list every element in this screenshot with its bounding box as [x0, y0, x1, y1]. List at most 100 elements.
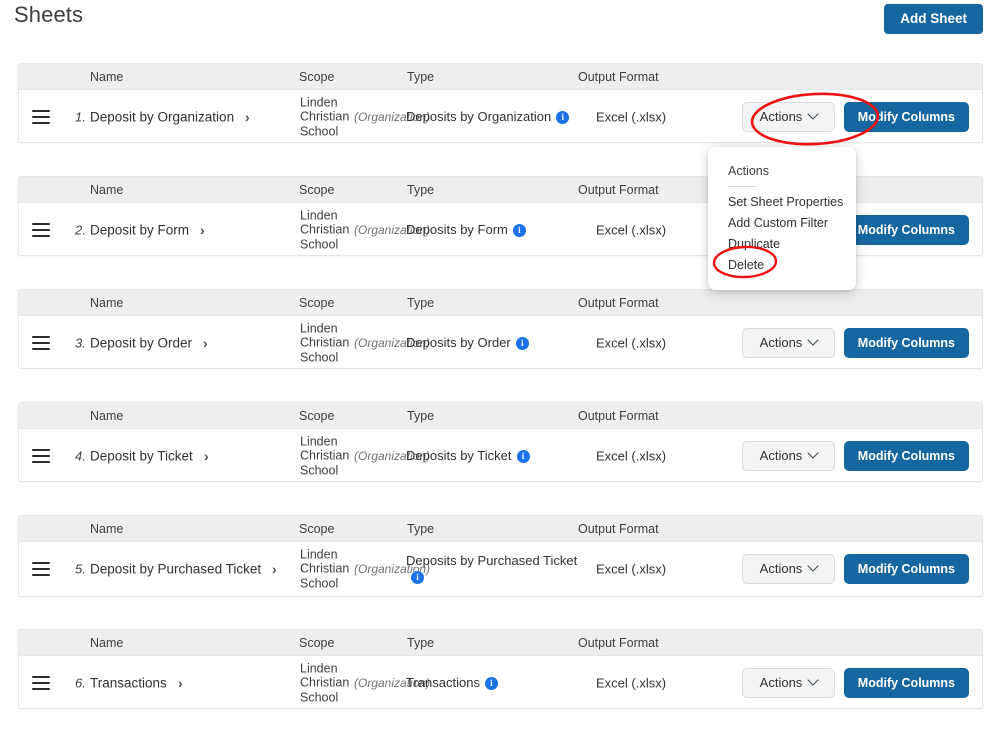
type-value: Transactions	[406, 675, 480, 690]
row-index: 3.	[75, 335, 86, 350]
chevron-down-icon	[808, 108, 819, 119]
type-value: Deposits by Order	[406, 335, 511, 350]
menu-item-duplicate[interactable]: Duplicate	[708, 234, 856, 255]
column-header-name: Name	[90, 636, 123, 650]
column-header-name: Name	[90, 183, 123, 197]
drag-handle-icon[interactable]	[32, 562, 50, 576]
modify-columns-button[interactable]: Modify Columns	[844, 215, 969, 245]
menu-item-add-custom-filter[interactable]: Add Custom Filter	[708, 213, 856, 234]
output-format-value: Excel (.xlsx)	[596, 675, 666, 690]
drag-handle-icon[interactable]	[32, 449, 50, 463]
column-header-scope: Scope	[299, 296, 334, 310]
sheet-name: Deposit by Organization	[90, 109, 234, 124]
info-icon[interactable]: i	[513, 224, 526, 237]
type-cell: Deposits by Order i	[406, 335, 576, 351]
actions-button-label: Actions	[760, 448, 803, 463]
drag-handle-icon[interactable]	[32, 676, 50, 690]
sheet-name: Deposit by Ticket	[90, 448, 193, 463]
column-header-output-format: Output Format	[578, 70, 659, 84]
actions-button[interactable]: Actions	[742, 328, 835, 358]
page-header: Sheets Add Sheet	[0, 0, 999, 55]
sheet-row: 4.Deposit by Ticket›Linden Christian Sch…	[19, 429, 982, 482]
actions-button[interactable]: Actions	[742, 554, 835, 584]
modify-columns-button[interactable]: Modify Columns	[844, 554, 969, 584]
menu-item-set-sheet-properties[interactable]: Set Sheet Properties	[708, 192, 856, 213]
sheets-page: Sheets Add Sheet NameScopeTypeOutput For…	[0, 0, 999, 746]
type-cell: Deposits by Ticket i	[406, 448, 576, 464]
actions-dropdown-menu[interactable]: Actions Set Sheet Properties Add Custom …	[708, 147, 856, 290]
column-header-scope: Scope	[299, 183, 334, 197]
expand-chevron-icon[interactable]: ›	[178, 675, 183, 691]
row-index: 2.	[75, 222, 86, 237]
column-header-output-format: Output Format	[578, 636, 659, 650]
column-header-output-format: Output Format	[578, 296, 659, 310]
column-header-type: Type	[407, 636, 434, 650]
menu-divider	[728, 186, 756, 187]
column-header-name: Name	[90, 409, 123, 423]
scope-value: Linden Christian School	[300, 208, 346, 252]
actions-button-label: Actions	[760, 675, 803, 690]
column-header-row: NameScopeTypeOutput Format	[19, 516, 982, 542]
column-header-type: Type	[407, 296, 434, 310]
expand-chevron-icon[interactable]: ›	[203, 335, 208, 351]
chevron-down-icon	[808, 334, 819, 345]
scope-value: Linden Christian School	[300, 661, 346, 705]
column-header-row: NameScopeTypeOutput Format	[19, 64, 982, 90]
chevron-down-icon	[808, 674, 819, 685]
info-icon[interactable]: i	[411, 571, 424, 584]
column-header-row: NameScopeTypeOutput Format	[19, 403, 982, 429]
scope-value: Linden Christian School	[300, 321, 346, 365]
column-header-name: Name	[90, 70, 123, 84]
actions-button[interactable]: Actions	[742, 668, 835, 698]
output-format-value: Excel (.xlsx)	[596, 335, 666, 350]
add-sheet-button[interactable]: Add Sheet	[884, 4, 983, 34]
actions-button-label: Actions	[760, 561, 803, 576]
info-icon[interactable]: i	[485, 677, 498, 690]
drag-handle-icon[interactable]	[32, 110, 50, 124]
sheet-name: Deposit by Order	[90, 335, 192, 350]
sheet-name: Transactions	[90, 675, 167, 690]
sheet-row: 3. Deposit by Order › Linden Christian Scho…	[19, 316, 982, 369]
modify-columns-button[interactable]: Modify Columns	[844, 328, 969, 358]
menu-item-delete[interactable]: Delete	[708, 255, 856, 276]
sheet-card: NameScopeTypeOutput Format3.Deposit by O…	[18, 289, 983, 369]
column-header-row: NameScopeTypeOutput Format	[19, 290, 982, 316]
output-format-value: Excel (.xlsx)	[596, 109, 666, 124]
expand-chevron-icon[interactable]: ›	[204, 448, 209, 464]
sheet-card: NameScopeTypeOutput Format4.Deposit by T…	[18, 402, 983, 482]
chevron-down-icon	[808, 560, 819, 571]
info-icon[interactable]: i	[516, 337, 529, 350]
column-header-type: Type	[407, 522, 434, 536]
row-index: 1.	[75, 109, 86, 124]
expand-chevron-icon[interactable]: ›	[272, 561, 277, 577]
column-header-scope: Scope	[299, 636, 334, 650]
chevron-down-icon	[808, 447, 819, 458]
info-icon[interactable]: i	[556, 111, 569, 124]
actions-button[interactable]: Actions	[742, 102, 835, 132]
modify-columns-button[interactable]: Modify Columns	[844, 102, 969, 132]
output-format-value: Excel (.xlsx)	[596, 448, 666, 463]
drag-handle-icon[interactable]	[32, 336, 50, 350]
actions-button[interactable]: Actions	[742, 441, 835, 471]
scope-value: Linden Christian School	[300, 434, 346, 478]
sheet-name: Deposit by Form	[90, 222, 189, 237]
type-value: Deposits by Ticket	[406, 448, 512, 463]
type-cell: Deposits by Purchased Ticketi	[406, 553, 581, 585]
type-value: Deposits by Form	[406, 222, 508, 237]
drag-handle-icon[interactable]	[32, 223, 50, 237]
type-value: Deposits by Organization	[406, 109, 551, 124]
modify-columns-button[interactable]: Modify Columns	[844, 668, 969, 698]
column-header-output-format: Output Format	[578, 183, 659, 197]
actions-button-label: Actions	[760, 109, 803, 124]
expand-chevron-icon[interactable]: ›	[200, 222, 205, 238]
column-header-type: Type	[407, 70, 434, 84]
type-cell: Transactions i	[406, 675, 576, 691]
row-index: 6.	[75, 675, 86, 690]
sheet-card: NameScopeTypeOutput Format1.Deposit by O…	[18, 63, 983, 143]
row-index: 5.	[75, 561, 86, 576]
info-icon[interactable]: i	[517, 450, 530, 463]
expand-chevron-icon[interactable]: ›	[245, 109, 250, 125]
modify-columns-button[interactable]: Modify Columns	[844, 441, 969, 471]
column-header-output-format: Output Format	[578, 409, 659, 423]
type-cell: Deposits by Organization i	[406, 109, 581, 125]
